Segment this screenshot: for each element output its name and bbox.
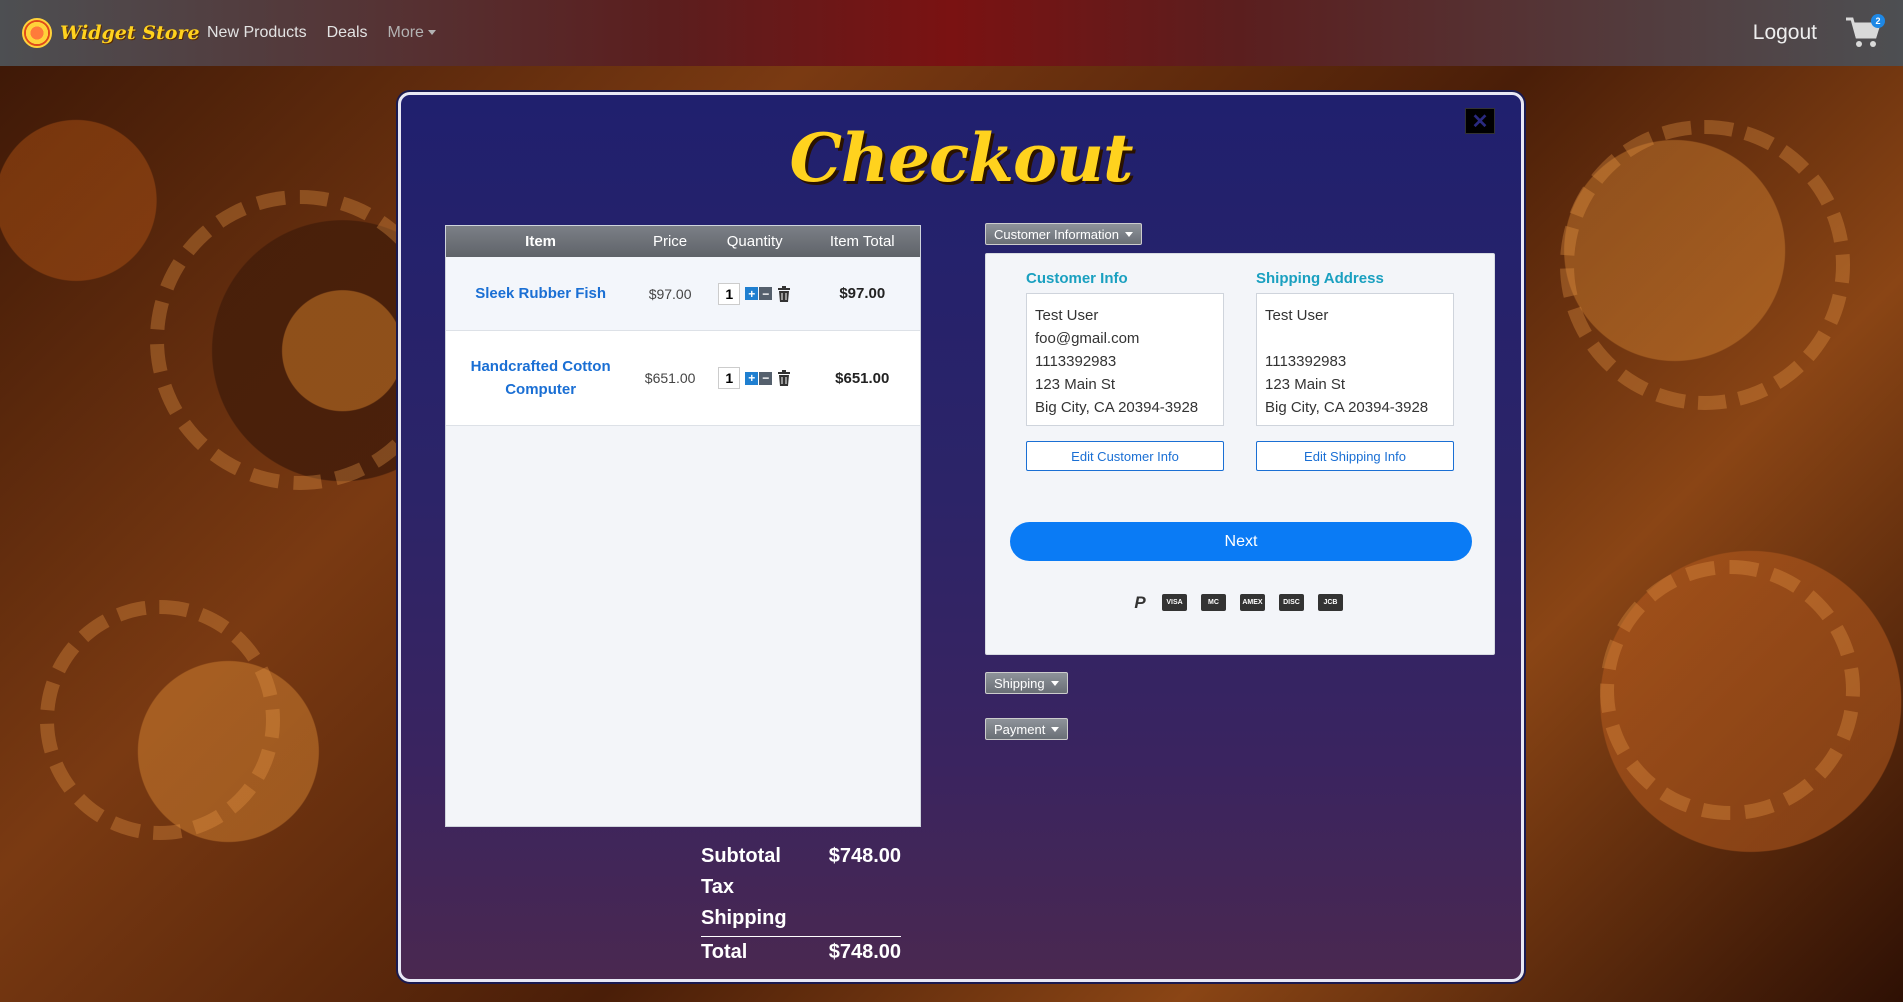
total-value: $748.00 — [828, 940, 901, 963]
column-header-quantity: Quantity — [726, 233, 783, 250]
cart-table: Item Price Quantity Item Total Sleek Rub… — [445, 225, 921, 827]
customer-info-title: Customer Info — [1026, 270, 1128, 287]
shipping-phone: 1113392983 — [1265, 353, 1347, 370]
shipping-address-title: Shipping Address — [1256, 270, 1384, 287]
cart-count-badge: 2 — [1871, 14, 1885, 28]
edit-shipping-info-button[interactable]: Edit Shipping Info — [1256, 441, 1454, 471]
shipping-row: Shipping — [701, 903, 901, 934]
shipping-toggle-label: Shipping — [994, 675, 1045, 691]
page-title: Checkout — [789, 119, 1134, 197]
payment-methods: P VISA MC AMEX DISC JCB — [1132, 592, 1343, 612]
customer-information-panel: Customer Info Test User foo@gmail.com 11… — [985, 253, 1495, 655]
unit-price: $651.00 — [644, 370, 696, 386]
top-navbar: Widget Store New Products Deals More Log… — [0, 0, 1903, 66]
cart-table-header: Item Price Quantity Item Total — [446, 226, 920, 257]
visa-icon: VISA — [1162, 594, 1187, 611]
customer-info-column: Customer Info Test User foo@gmail.com 11… — [1026, 270, 1224, 471]
next-button[interactable]: Next — [1010, 522, 1472, 561]
shipping-street: 123 Main St — [1265, 376, 1346, 393]
chevron-down-icon — [428, 30, 437, 36]
shipping-address-box: Test User 1113392983 123 Main St Big Cit… — [1256, 293, 1454, 426]
shipping-blank-line — [1265, 327, 1445, 350]
product-link[interactable]: Sleek Rubber Fish — [446, 282, 635, 305]
tax-label: Tax — [701, 876, 734, 898]
brand[interactable]: Widget Store — [22, 18, 207, 48]
item-total: $97.00 — [839, 285, 886, 302]
chevron-down-icon — [1050, 680, 1059, 686]
cart-button[interactable]: 2 — [1845, 14, 1885, 50]
customer-city: Big City, CA 20394-3928 — [1035, 399, 1199, 416]
chevron-down-icon — [1051, 726, 1060, 732]
plus-icon[interactable]: + — [745, 371, 759, 385]
trash-icon[interactable] — [777, 370, 791, 386]
payment-toggle-label: Payment — [994, 721, 1046, 737]
item-total: $651.00 — [835, 369, 890, 387]
nav-link-deals[interactable]: Deals — [327, 24, 368, 42]
customer-information-toggle[interactable]: Customer Information — [985, 223, 1142, 245]
order-totals: Subtotal $748.00 Tax Shipping Total $748… — [701, 841, 901, 967]
mastercard-icon: MC — [1201, 594, 1226, 611]
paypal-icon: P — [1134, 592, 1146, 612]
shipping-address-column: Shipping Address Test User 1113392983 12… — [1256, 270, 1454, 471]
nav-dropdown-more[interactable]: More — [388, 24, 437, 42]
product-link[interactable]: Handcrafted Cotton Computer — [446, 355, 635, 401]
checkout-modal: ✕ Checkout Item Price Quantity Item Tota… — [398, 92, 1524, 982]
discover-icon: DISC — [1279, 594, 1304, 611]
table-row: Handcrafted Cotton Computer $651.00 1 + … — [446, 331, 920, 426]
logout-link[interactable]: Logout — [1753, 21, 1817, 45]
amex-icon: AMEX — [1240, 594, 1265, 611]
subtotal-value: $748.00 — [828, 845, 901, 867]
table-row: Sleek Rubber Fish $97.00 1 + − $97.00 — [446, 257, 920, 331]
unit-price: $97.00 — [648, 285, 692, 302]
column-header-item: Item — [525, 233, 557, 250]
shipping-name: Test User — [1265, 307, 1329, 324]
tax-row: Tax — [701, 872, 901, 903]
payment-toggle[interactable]: Payment — [985, 718, 1069, 740]
shipping-city: Big City, CA 20394-3928 — [1265, 399, 1429, 416]
subtotal-label: Subtotal — [701, 845, 781, 867]
minus-icon[interactable]: − — [759, 287, 773, 300]
shipping-label: Shipping — [701, 907, 787, 929]
quantity-controls: 1 + − — [705, 282, 805, 305]
column-header-item-total: Item Total — [829, 233, 895, 250]
customer-info-box: Test User foo@gmail.com 1113392983 123 M… — [1026, 293, 1224, 426]
minus-icon[interactable]: − — [759, 371, 773, 385]
customer-street: 123 Main St — [1035, 376, 1116, 393]
trash-icon[interactable] — [777, 285, 791, 302]
customer-email: foo@gmail.com — [1035, 330, 1140, 347]
subtotal-row: Subtotal $748.00 — [701, 841, 901, 872]
customer-information-label: Customer Information — [994, 226, 1119, 242]
nav-link-new-products[interactable]: New Products — [207, 24, 307, 42]
column-header-price: Price — [652, 233, 688, 250]
edit-customer-info-button[interactable]: Edit Customer Info — [1026, 441, 1224, 471]
brand-name: Widget Store — [60, 22, 200, 44]
shipping-toggle[interactable]: Shipping — [985, 672, 1068, 694]
total-row: Total $748.00 — [701, 936, 901, 967]
nav-dropdown-more-label: More — [387, 24, 424, 41]
quantity-value: 1 — [718, 282, 741, 305]
total-label: Total — [701, 940, 748, 963]
plus-icon[interactable]: + — [745, 287, 759, 300]
quantity-controls: 1 + − — [705, 367, 805, 389]
customer-phone: 1113392983 — [1035, 353, 1117, 370]
jcb-icon: JCB — [1318, 594, 1343, 611]
brand-logo-icon — [22, 18, 52, 48]
customer-name: Test User — [1035, 307, 1099, 324]
chevron-down-icon — [1125, 231, 1133, 237]
quantity-value: 1 — [718, 367, 741, 389]
